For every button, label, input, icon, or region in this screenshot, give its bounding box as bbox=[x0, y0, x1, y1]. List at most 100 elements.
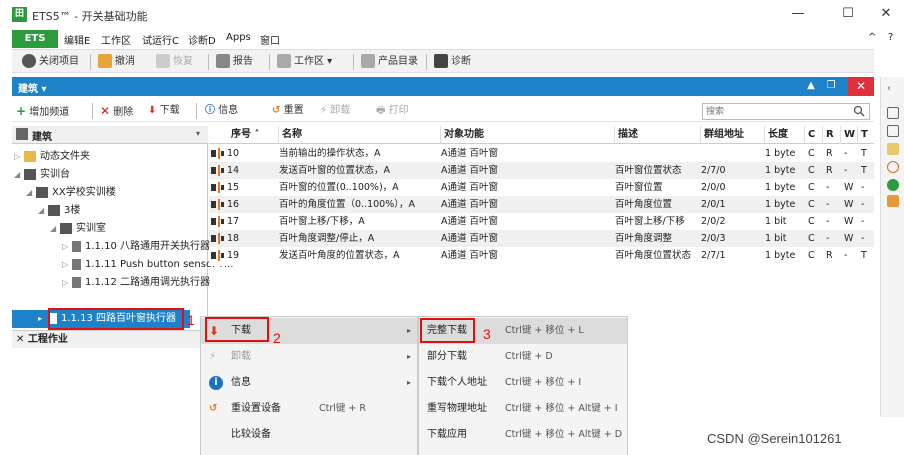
col-header-number[interactable]: 序号 ˄ bbox=[209, 126, 279, 144]
submenu-download-individual-address[interactable]: 下载个人地址 Ctrl键 + 移位 + I bbox=[419, 370, 627, 396]
toolbar-separator bbox=[196, 103, 197, 119]
cell-w: W bbox=[844, 216, 854, 227]
minimize-button[interactable]: — bbox=[788, 5, 808, 23]
maximize-button[interactable]: ☐ bbox=[838, 5, 858, 23]
collapse-icon[interactable]: ◢ bbox=[38, 202, 48, 220]
download-button[interactable]: ⬇ 下载 bbox=[148, 103, 180, 119]
close-project-button[interactable]: 关闭项目 bbox=[22, 54, 79, 70]
search-input[interactable] bbox=[702, 103, 870, 120]
panel-collapse-icon[interactable]: ▲ bbox=[804, 79, 818, 93]
menu-diagnostics[interactable]: 诊断D bbox=[188, 32, 216, 47]
ribbon-collapse-button[interactable]: ^ bbox=[868, 32, 876, 43]
col-header-c[interactable]: C bbox=[805, 126, 823, 144]
unload-button[interactable]: ⚡ 卸载 bbox=[320, 103, 350, 119]
expand-icon[interactable]: ▷ bbox=[62, 238, 72, 256]
tree-item-training-room[interactable]: ◢ 实训室 bbox=[50, 220, 106, 238]
ctx-unload[interactable]: ⚡ 卸载 ▸ bbox=[201, 344, 417, 370]
info-button[interactable]: ⓘ 信息 bbox=[205, 103, 238, 119]
col-header-length[interactable]: 长度 bbox=[765, 126, 805, 144]
folder-icon bbox=[24, 150, 36, 162]
collapse-icon[interactable]: ◢ bbox=[14, 166, 24, 184]
add-channel-button[interactable]: + 增加频道 bbox=[16, 103, 69, 119]
floor-icon bbox=[48, 204, 60, 216]
col-header-r[interactable]: R bbox=[823, 126, 841, 144]
reset-button[interactable]: ↺ 重置 bbox=[272, 103, 304, 119]
col-header-t[interactable]: T bbox=[858, 126, 874, 144]
expand-icon[interactable]: ▷ bbox=[14, 148, 24, 166]
table-row[interactable]: 14 发送百叶窗的位置状态，A A通道 百叶窗 百叶窗位置状态 2/7/0 1 byte C… bbox=[209, 162, 874, 179]
cell-r: - bbox=[826, 216, 830, 227]
submenu-partial-download[interactable]: 部分下载 Ctrl键 + D bbox=[419, 344, 627, 370]
table-row[interactable]: 18 百叶角度调整/停止，A A通道 百叶窗 百叶角度调整 2/0/3 1 bit C - W - bbox=[209, 230, 874, 247]
close-project-icon bbox=[22, 54, 36, 68]
tree-header[interactable]: 建筑 ▾ bbox=[12, 126, 208, 144]
tree-item-device-1-1-11[interactable]: ▷ 1.1.11 Push button sensor P... bbox=[62, 256, 233, 274]
undo-history-icon[interactable] bbox=[887, 195, 899, 207]
workspace-button[interactable]: 工作区 ▾ bbox=[277, 54, 332, 70]
expand-icon[interactable]: ▷ bbox=[62, 274, 72, 292]
collapse-icon[interactable]: ◢ bbox=[50, 220, 60, 238]
help-button[interactable]: ? bbox=[888, 32, 893, 43]
panel-title[interactable]: 建筑 ▾ bbox=[18, 80, 47, 95]
undo-button[interactable]: 撤消 bbox=[98, 54, 135, 70]
col-header-description[interactable]: 描述 bbox=[615, 126, 701, 144]
toolbar-separator bbox=[90, 54, 91, 70]
menu-edit[interactable]: 编辑E bbox=[64, 32, 90, 47]
tree-item-device-1-1-12[interactable]: ▷ 1.1.12 二路通用调光执行器 bbox=[62, 274, 210, 292]
tree-item-device-1-1-10[interactable]: ▷ 1.1.10 八路通用开关执行器 bbox=[62, 238, 210, 256]
submenu-rewrite-physical-address[interactable]: 重写物理地址 Ctrl键 + 移位 + Alt键 + I bbox=[419, 396, 627, 422]
table-row[interactable]: 19 发送百叶角度的位置状态，A A通道 百叶窗 百叶角度位置状态 2/7/1 1 byt… bbox=[209, 247, 874, 264]
table-row[interactable]: 16 百叶的角度位置（0..100%），A A通道 百叶窗 百叶角度位置 2/0/1 1 … bbox=[209, 196, 874, 213]
notes-icon[interactable] bbox=[887, 143, 899, 155]
print-button[interactable]: 🖶 打印 bbox=[376, 103, 409, 119]
cell-t: - bbox=[861, 199, 865, 210]
close-button[interactable]: ✕ bbox=[876, 5, 896, 23]
menu-window[interactable]: 窗口 bbox=[260, 32, 280, 47]
cell-r: R bbox=[826, 165, 833, 176]
col-header-group-address[interactable]: 群组地址 bbox=[701, 126, 765, 144]
delete-button[interactable]: ✕ 删除 bbox=[100, 103, 133, 119]
cell-description: 百叶角度调整 bbox=[615, 233, 673, 244]
chevron-left-icon[interactable]: ‹ bbox=[887, 83, 899, 95]
table-row[interactable]: 15 百叶窗的位置(0..100%)，A A通道 百叶窗 百叶窗位置 2/0/0 1 by… bbox=[209, 179, 874, 196]
expand-icon[interactable]: ▸ bbox=[38, 310, 48, 328]
catalog-button[interactable]: 产品目录 bbox=[361, 54, 418, 70]
table-row[interactable]: 17 百叶窗上移/下移，A A通道 百叶窗 百叶窗上移/下移 2/0/2 1 bit C - W… bbox=[209, 213, 874, 230]
annotation-box-3 bbox=[420, 318, 475, 343]
search-icon[interactable] bbox=[853, 105, 865, 117]
ctx-compare-device[interactable]: 比较设备 bbox=[201, 422, 417, 448]
group-object-icon bbox=[211, 199, 224, 210]
diagnostics-button[interactable]: 诊断 bbox=[434, 54, 471, 70]
cell-t: T bbox=[861, 148, 867, 159]
menu-commissioning[interactable]: 试运行C bbox=[142, 32, 179, 47]
redo-button[interactable]: 恢复 bbox=[156, 54, 193, 70]
col-header-object-function[interactable]: 对象功能 bbox=[441, 126, 615, 144]
project-work-header[interactable]: ✕ 工程作业 bbox=[12, 330, 208, 348]
play-icon[interactable] bbox=[887, 179, 899, 191]
ctx-info[interactable]: i 信息 ▸ bbox=[201, 370, 417, 396]
report-button[interactable]: 报告 bbox=[216, 54, 253, 70]
clock-icon[interactable] bbox=[887, 161, 899, 173]
zoom-icon[interactable] bbox=[887, 125, 899, 137]
col-header-w[interactable]: W bbox=[841, 126, 858, 144]
menu-workspace[interactable]: 工作区 bbox=[101, 32, 131, 47]
menu-apps[interactable]: Apps bbox=[226, 32, 251, 43]
tree-item-dynamic-folder[interactable]: ▷ 动态文件夹 bbox=[14, 148, 90, 166]
tree-item-training-bench[interactable]: ◢ 实训台 bbox=[14, 166, 70, 184]
expand-icon[interactable]: ▷ bbox=[62, 256, 72, 274]
tree-item-school-building[interactable]: ◢ XX学校实训楼 bbox=[26, 184, 116, 202]
table-row[interactable]: 10 当前输出的操作状态，A A通道 百叶窗 1 byte C R - T bbox=[209, 145, 874, 162]
cell-t: - bbox=[861, 216, 865, 227]
panel-restore-icon[interactable]: ❐ bbox=[824, 79, 838, 93]
dropdown-arrow-icon[interactable]: ▾ bbox=[196, 129, 200, 138]
ctx-reset-device[interactable]: ↺ 重设置设备 Ctrl键 + R bbox=[201, 396, 417, 422]
cell-r: - bbox=[826, 233, 830, 244]
tree-item-floor-3[interactable]: ◢ 3楼 bbox=[38, 202, 80, 220]
col-header-name[interactable]: 名称 bbox=[279, 126, 441, 144]
submenu-download-application[interactable]: 下载应用 Ctrl键 + 移位 + Alt键 + D bbox=[419, 422, 627, 448]
ets-menu-button[interactable]: ETS bbox=[12, 30, 58, 48]
panel-close-button[interactable]: ✕ bbox=[848, 77, 874, 96]
find-icon[interactable] bbox=[887, 107, 899, 119]
collapse-icon[interactable]: ◢ bbox=[26, 184, 36, 202]
title-bar: 田 ETS5™ - 开关基础功能 — ☐ ✕ bbox=[0, 0, 904, 30]
